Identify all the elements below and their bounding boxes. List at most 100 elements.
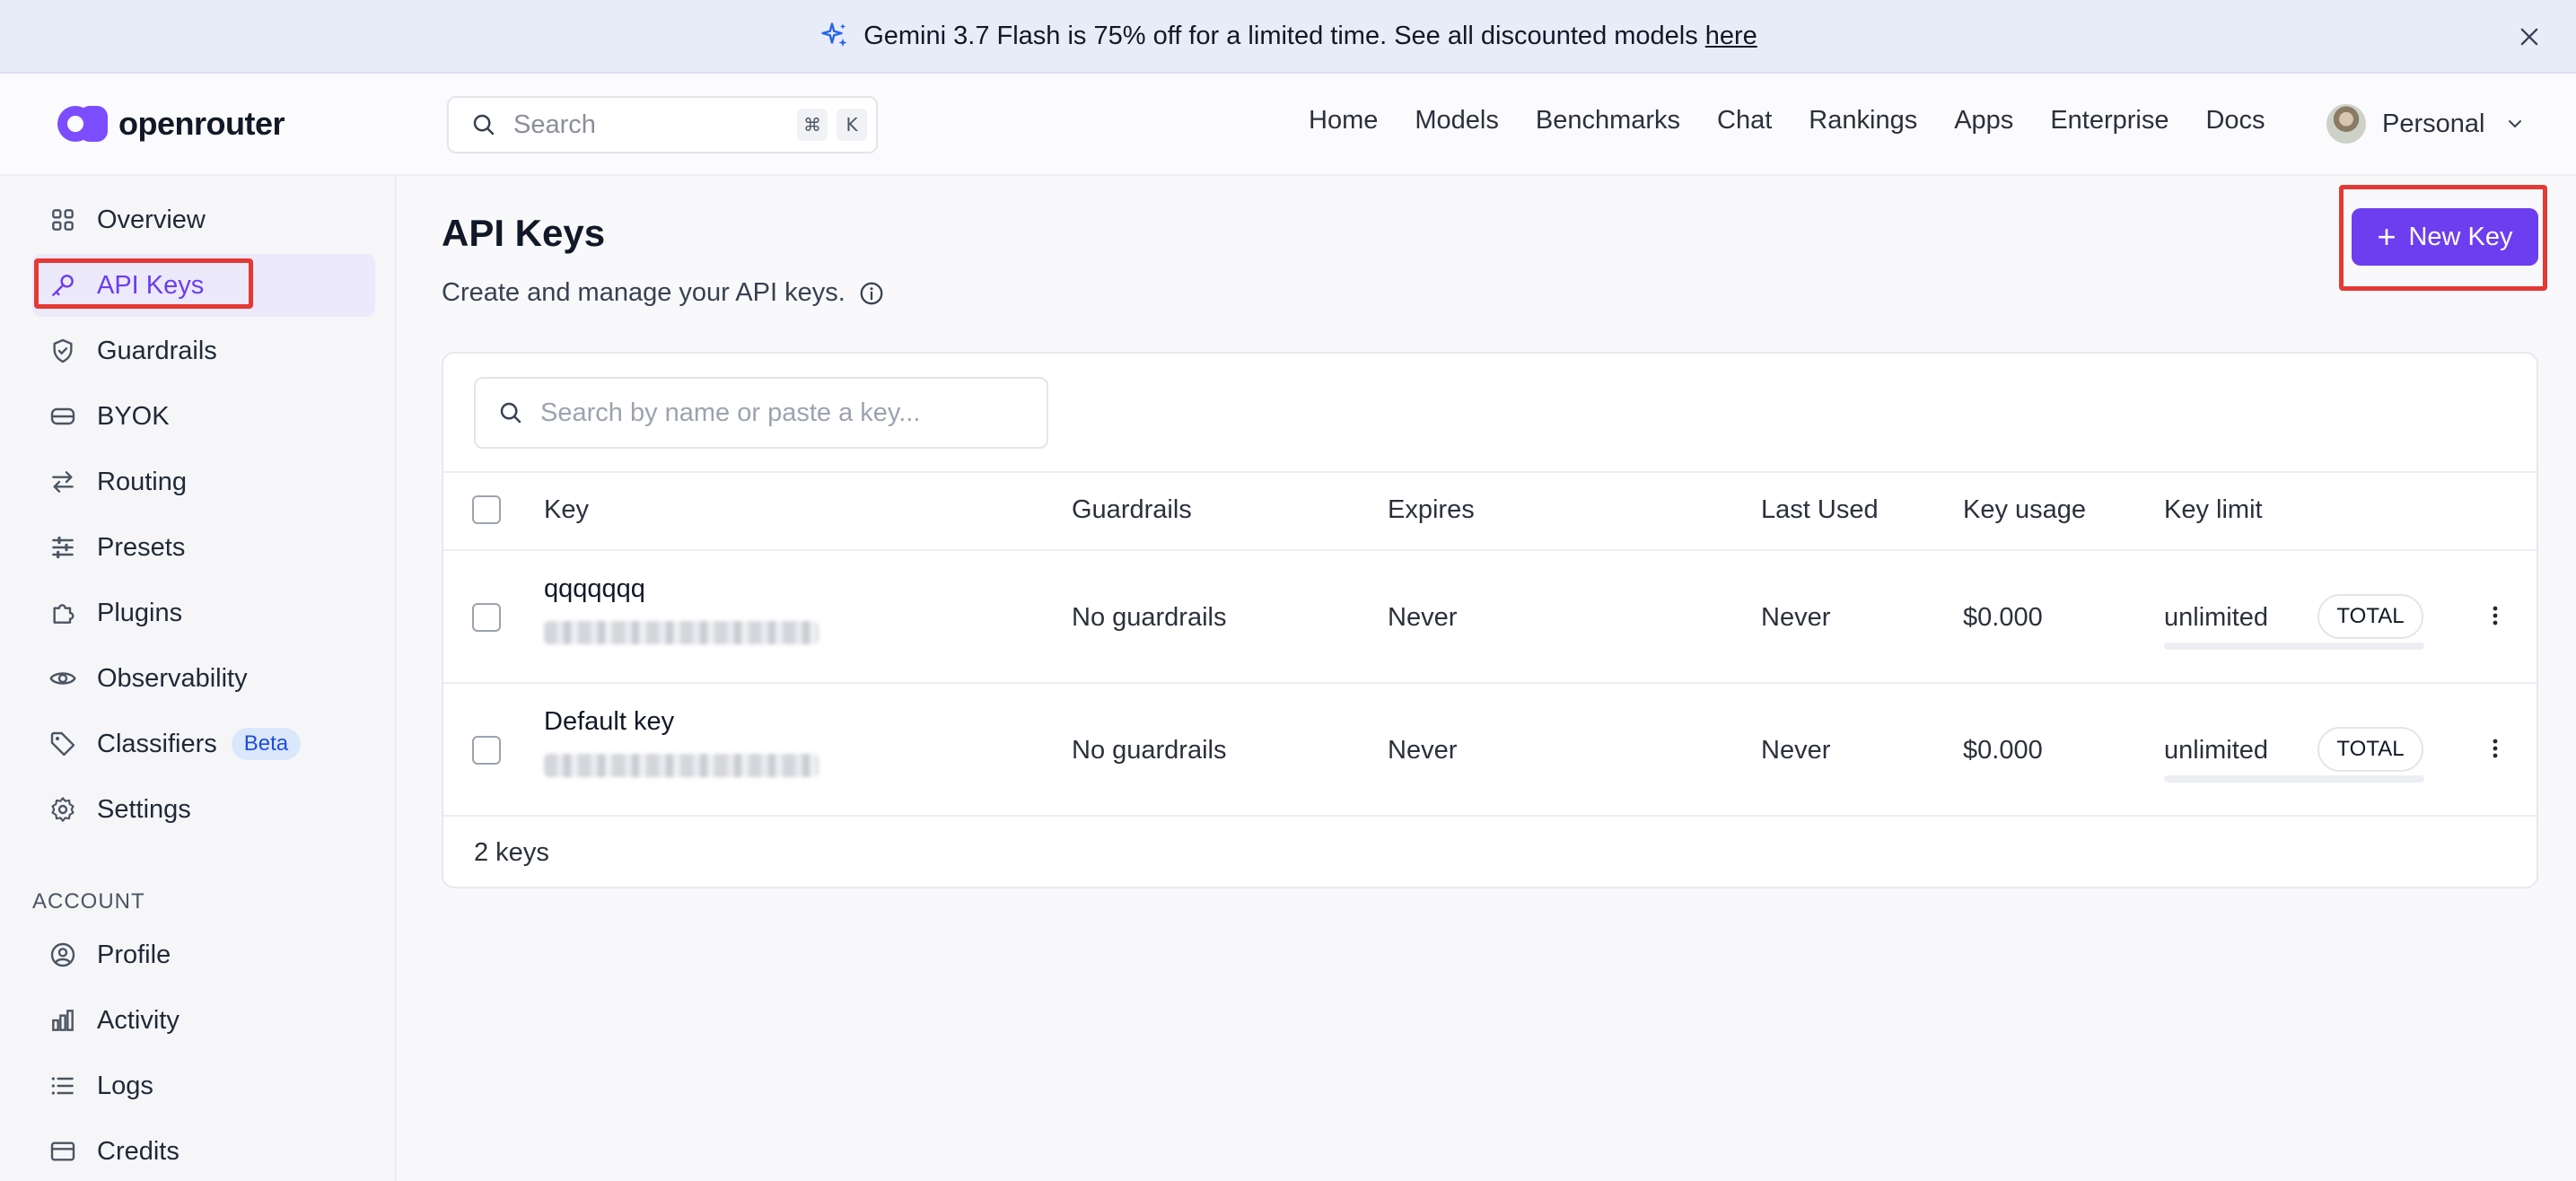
plus-icon: +: [2377, 218, 2396, 255]
sidebar-item-presets[interactable]: Presets: [32, 516, 375, 579]
nav-docs[interactable]: Docs: [2205, 106, 2265, 136]
expires-value: Never: [1388, 736, 1458, 765]
row-checkbox[interactable]: [472, 603, 501, 632]
expires-value: Never: [1388, 603, 1458, 632]
info-icon[interactable]: [858, 280, 885, 307]
account-section-heading: ACCOUNT: [32, 889, 145, 914]
row-checkbox[interactable]: [472, 736, 501, 765]
key-search-placeholder: Search by name or paste a key...: [540, 398, 921, 427]
sparkle-icon: [819, 20, 851, 52]
sidebar-item-activity[interactable]: Activity: [32, 989, 375, 1052]
column-header-key-limit[interactable]: Key limit: [2164, 495, 2263, 525]
nav-rankings[interactable]: Rankings: [1809, 106, 1917, 136]
logo[interactable]: openrouter: [56, 102, 285, 145]
guardrails-value: No guardrails: [1072, 736, 1227, 765]
key-search-input[interactable]: Search by name or paste a key...: [474, 377, 1048, 449]
sidebar-item-plugins[interactable]: Plugins: [32, 582, 375, 644]
sidebar-item-observability[interactable]: Observability: [32, 647, 375, 710]
nav-home[interactable]: Home: [1309, 106, 1378, 136]
column-header-key-usage[interactable]: Key usage: [1963, 495, 2086, 525]
search-icon: [500, 402, 521, 424]
key-name[interactable]: Default key: [544, 707, 674, 737]
nav-chat[interactable]: Chat: [1717, 106, 1772, 136]
avatar: [2326, 104, 2366, 144]
chevron-down-icon: [2509, 120, 2522, 128]
promo-banner: Gemini 3.7 Flash is 75% off for a limite…: [0, 0, 2576, 74]
sidebar-item-label: Overview: [97, 205, 206, 234]
sidebar-item-label: Profile: [97, 940, 171, 969]
puzzle-icon: [53, 604, 74, 624]
user-circle-icon: [50, 942, 75, 967]
credit-card-icon: [50, 1142, 75, 1161]
sidebar-item-logs[interactable]: Logs: [32, 1054, 375, 1117]
sidebar-item-profile[interactable]: Profile: [32, 923, 375, 986]
sidebar-item-api-keys[interactable]: API Keys: [32, 254, 375, 317]
shield-icon: [53, 338, 73, 363]
sidebar-item-label: API Keys: [97, 270, 205, 300]
limit-total-badge: TOTAL: [2318, 727, 2423, 772]
key-icon: [52, 275, 74, 296]
key-masked-value: [544, 621, 819, 644]
search-placeholder: Search: [513, 109, 596, 139]
divider: [443, 471, 2537, 473]
sidebar-item-settings[interactable]: Settings: [32, 778, 375, 841]
sidebar-item-label: Observability: [97, 663, 248, 693]
sidebar-item-credits[interactable]: Credits: [32, 1120, 375, 1181]
openrouter-logo-icon: [57, 106, 108, 142]
column-header-guardrails[interactable]: Guardrails: [1072, 495, 1192, 525]
key-usage-value: $0.000: [1963, 736, 2043, 765]
usage-bar: [2164, 775, 2424, 783]
select-all-checkbox[interactable]: [472, 495, 501, 524]
page-subtitle: Create and manage your API keys.: [442, 278, 885, 308]
kbd-k: K: [837, 109, 867, 141]
divider: [443, 549, 2537, 551]
sidebar-item-label: Logs: [97, 1071, 153, 1100]
new-key-button[interactable]: + New Key: [2352, 208, 2538, 266]
divider: [443, 682, 2537, 684]
more-options-icon[interactable]: [2479, 730, 2511, 766]
key-usage-value: $0.000: [1963, 603, 2043, 632]
key-name[interactable]: qqqqqqq: [544, 574, 645, 604]
profile-menu[interactable]: Personal: [2326, 104, 2526, 144]
arrows-swap-icon: [52, 471, 74, 493]
more-options-icon[interactable]: [2479, 598, 2511, 634]
sidebar: Overview API Keys Guardrails BYOK Routin…: [0, 176, 397, 1181]
sidebar-item-label: BYOK: [97, 401, 170, 431]
sidebar-item-label: Settings: [97, 794, 191, 824]
api-keys-table-card: Search by name or paste a key... Key Gua…: [442, 352, 2538, 888]
new-key-label: New Key: [2408, 222, 2513, 251]
nav-benchmarks[interactable]: Benchmarks: [1536, 106, 1680, 136]
page-title: API Keys: [442, 212, 606, 254]
sidebar-item-label: Guardrails: [97, 336, 217, 365]
kbd-cmd: ⌘: [797, 109, 828, 141]
gear-icon: [51, 797, 74, 822]
bar-chart-icon: [52, 1010, 74, 1031]
banner-link[interactable]: here: [1705, 22, 1757, 51]
sidebar-item-byok[interactable]: BYOK: [32, 385, 375, 448]
nav-enterprise[interactable]: Enterprise: [2050, 106, 2169, 136]
logo-text: openrouter: [118, 105, 285, 142]
keys-count: 2 keys: [474, 838, 549, 867]
column-header-key[interactable]: Key: [544, 495, 589, 525]
sidebar-item-routing[interactable]: Routing: [32, 451, 375, 513]
nav-apps[interactable]: Apps: [1954, 106, 2013, 136]
global-search-input[interactable]: Search ⌘ K: [447, 96, 878, 153]
key-masked-value: [544, 754, 819, 777]
sidebar-item-guardrails[interactable]: Guardrails: [32, 319, 375, 382]
search-icon: [473, 114, 495, 136]
nav-models[interactable]: Models: [1415, 106, 1499, 136]
divider: [443, 815, 2537, 817]
sidebar-item-label: Presets: [97, 532, 186, 562]
sidebar-item-classifiers[interactable]: Classifiers Beta: [32, 713, 375, 775]
eye-icon: [49, 672, 76, 685]
column-header-last-used[interactable]: Last Used: [1761, 495, 1879, 525]
database-icon: [50, 407, 75, 425]
profile-label: Personal: [2382, 109, 2485, 138]
column-header-expires[interactable]: Expires: [1388, 495, 1475, 525]
usage-bar: [2164, 643, 2424, 650]
last-used-value: Never: [1761, 603, 1831, 632]
key-limit-value: unlimited: [2164, 603, 2269, 632]
sidebar-item-overview[interactable]: Overview: [32, 188, 375, 251]
limit-total-badge: TOTAL: [2318, 594, 2423, 639]
close-icon[interactable]: [2513, 21, 2545, 53]
